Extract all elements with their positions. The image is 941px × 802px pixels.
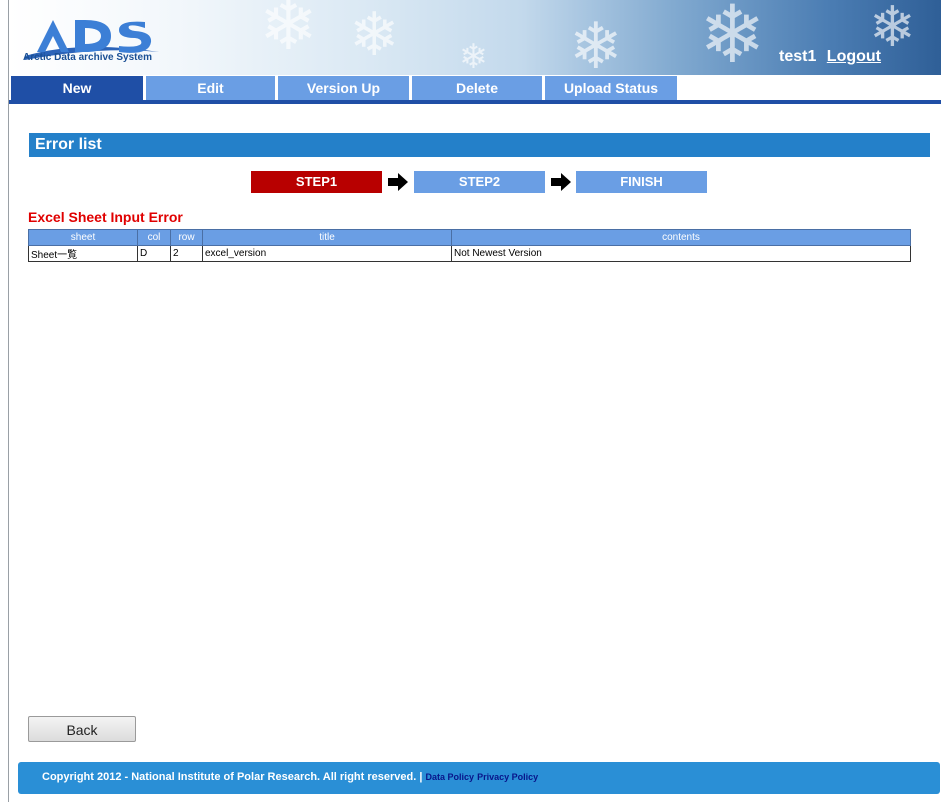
snowflake-decoration-icon: ❄ xyxy=(459,37,488,75)
step-2: STEP2 xyxy=(414,171,545,193)
column-header-title: title xyxy=(202,229,452,246)
section-title: Error list xyxy=(29,133,930,157)
table-row: Sheet一覧 D 2 excel_version Not Newest Ver… xyxy=(28,245,911,262)
cell-title: excel_version xyxy=(202,245,452,262)
step-progress: STEP1 STEP2 FINISH xyxy=(0,171,941,195)
step-finish: FINISH xyxy=(576,171,707,193)
logo-caption: Arctic Data archive System xyxy=(23,52,152,63)
tab-edit[interactable]: Edit xyxy=(146,76,275,100)
tab-version-up[interactable]: Version Up xyxy=(278,76,409,100)
main-tabs: New Edit Version Up Delete Upload Status xyxy=(9,76,941,104)
footer-text: Copyright 2012 - National Institute of P… xyxy=(42,771,538,783)
column-header-sheet: sheet xyxy=(28,229,138,246)
tab-upload-status[interactable]: Upload Status xyxy=(545,76,677,100)
snowflake-decoration-icon: ❄ xyxy=(259,0,318,66)
cell-contents: Not Newest Version xyxy=(451,245,911,262)
column-header-contents: contents xyxy=(451,229,911,246)
error-heading: Excel Sheet Input Error xyxy=(28,209,183,225)
snowflake-decoration-icon: ❄ xyxy=(569,10,623,75)
footer-copyright: Copyright 2012 - National Institute of P… xyxy=(42,771,423,783)
footer: Copyright 2012 - National Institute of P… xyxy=(18,762,940,794)
data-policy-link[interactable]: Data Policy xyxy=(426,772,475,782)
arrow-right-icon xyxy=(551,173,571,191)
snowflake-decoration-icon: ❄ xyxy=(349,0,400,70)
tab-new[interactable]: New xyxy=(11,76,143,100)
error-table: sheet col row title contents Sheet一覧 D 2… xyxy=(28,229,911,262)
cell-sheet: Sheet一覧 xyxy=(28,245,138,262)
username: test1 xyxy=(778,48,817,65)
table-header-row: sheet col row title contents xyxy=(28,229,911,246)
back-button[interactable]: Back xyxy=(28,716,136,742)
privacy-policy-link[interactable]: Privacy Policy xyxy=(477,772,538,782)
tab-delete[interactable]: Delete xyxy=(412,76,542,100)
arrow-right-icon xyxy=(388,173,408,191)
page-left-border xyxy=(8,0,9,802)
logout-link[interactable]: Logout xyxy=(827,48,881,65)
snowflake-decoration-icon: ❄ xyxy=(699,0,767,75)
header-banner: ❄ ❄ ❄ ❄ ❄ ❄ Arctic Data archive System t… xyxy=(9,0,941,75)
step-1: STEP1 xyxy=(251,171,382,193)
user-area: test1 Logout xyxy=(779,48,881,66)
column-header-row: row xyxy=(170,229,203,246)
column-header-col: col xyxy=(137,229,171,246)
tab-underline xyxy=(9,100,941,104)
cell-row: 2 xyxy=(170,245,203,262)
cell-col: D xyxy=(137,245,171,262)
